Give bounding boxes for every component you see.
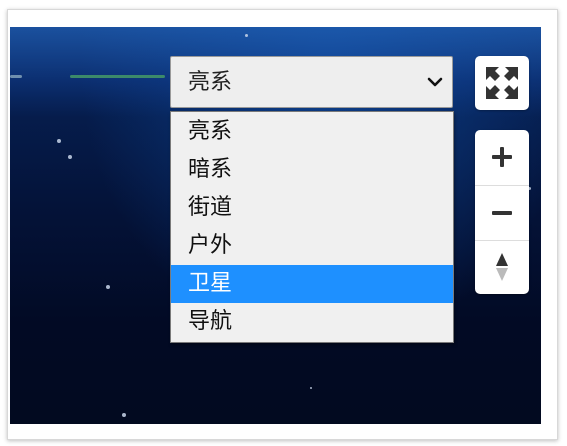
compass-button[interactable] bbox=[475, 240, 529, 295]
option-dark[interactable]: 暗系 bbox=[171, 151, 453, 189]
option-satellite[interactable]: 卫星 bbox=[171, 265, 453, 303]
map-dot bbox=[57, 139, 61, 143]
plus-icon bbox=[492, 147, 512, 167]
map-style-dropdown: 亮系 暗系 街道 户外 卫星 导航 bbox=[170, 111, 454, 343]
option-light[interactable]: 亮系 bbox=[171, 113, 453, 151]
fullscreen-button[interactable] bbox=[475, 56, 529, 110]
option-navigation[interactable]: 导航 bbox=[171, 303, 453, 341]
map-style-select[interactable]: 亮系 bbox=[170, 56, 453, 108]
map-road-line bbox=[10, 75, 22, 78]
map-dot bbox=[310, 387, 312, 389]
navigation-control bbox=[475, 130, 529, 294]
map-dot bbox=[68, 155, 72, 159]
minus-icon bbox=[492, 211, 512, 215]
map-dot bbox=[106, 285, 110, 289]
zoom-in-button[interactable] bbox=[475, 130, 529, 184]
zoom-out-button[interactable] bbox=[475, 185, 529, 240]
map-style-current-value: 亮系 bbox=[188, 70, 233, 95]
map-road-line bbox=[70, 75, 165, 78]
chevron-down-icon bbox=[427, 77, 443, 87]
map-dot bbox=[245, 34, 248, 37]
map-dot bbox=[122, 413, 126, 417]
compass-icon bbox=[496, 253, 508, 281]
fullscreen-icon bbox=[486, 67, 518, 99]
option-outdoors[interactable]: 户外 bbox=[171, 227, 453, 265]
option-streets[interactable]: 街道 bbox=[171, 189, 453, 227]
